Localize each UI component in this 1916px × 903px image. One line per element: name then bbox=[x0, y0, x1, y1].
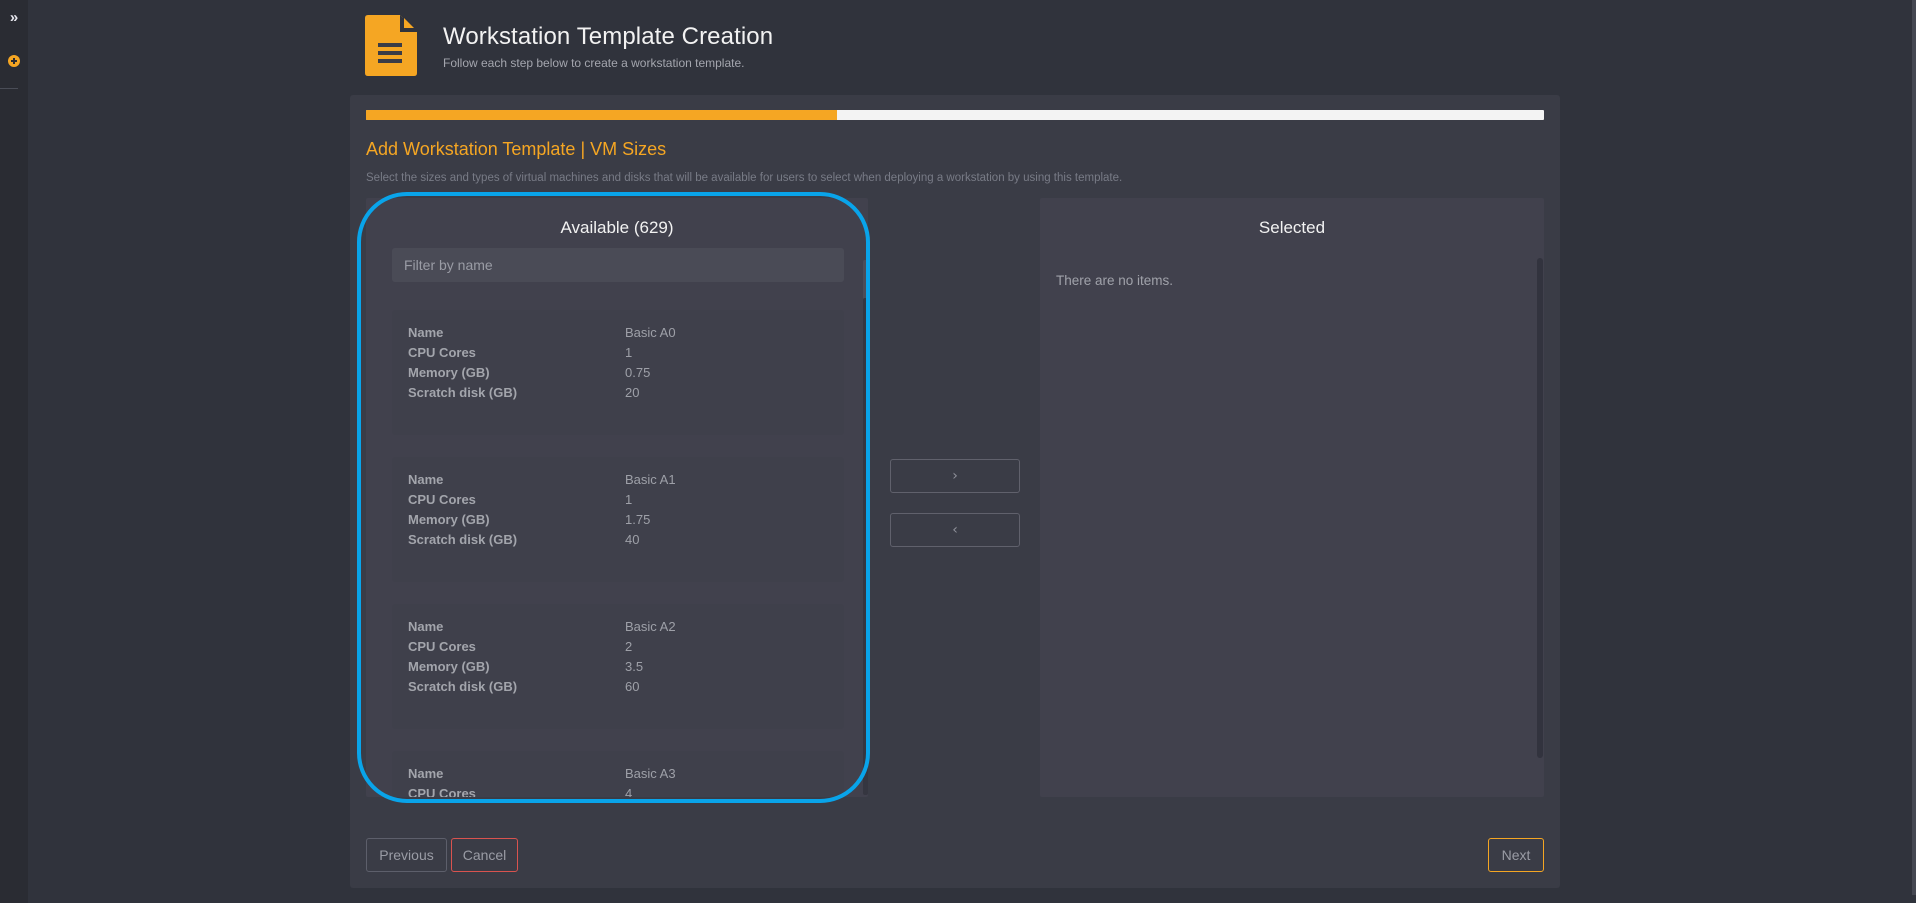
wizard-card: Add Workstation Template | VM Sizes Sele… bbox=[350, 95, 1560, 888]
sidebar-divider bbox=[0, 88, 18, 89]
available-panel: Available (629) Name Basic A0 CPU Cores 1 Me… bbox=[366, 198, 868, 797]
vm-size-card[interactable]: Name Basic A3 CPU Cores 4 bbox=[392, 751, 844, 797]
vm-field-row: Name Basic A0 bbox=[408, 323, 828, 343]
vm-size-card[interactable]: Name Basic A0 CPU Cores 1 Memory (GB) 0.75 Scr… bbox=[392, 310, 844, 435]
next-button[interactable]: Next bbox=[1488, 838, 1544, 872]
vm-field-value: 4 bbox=[625, 786, 633, 797]
vm-field-label: Memory (GB) bbox=[408, 659, 490, 674]
vm-field-value: Basic A2 bbox=[625, 619, 676, 634]
vm-field-label: Name bbox=[408, 766, 444, 781]
vm-field-label: Scratch disk (GB) bbox=[408, 385, 518, 400]
vm-field-row: CPU Cores 2 bbox=[408, 637, 828, 657]
vm-field-label: CPU Cores bbox=[408, 786, 476, 797]
vm-field-label: Memory (GB) bbox=[408, 365, 490, 380]
available-list-scroll-thumb[interactable] bbox=[863, 260, 868, 300]
vm-field-value: Basic A1 bbox=[625, 472, 676, 487]
selected-panel: Selected There are no items. bbox=[1040, 198, 1544, 797]
remove-selected-button[interactable]: ‹ bbox=[890, 513, 1020, 547]
vm-field-row: CPU Cores 4 bbox=[408, 784, 828, 797]
vm-field-row: CPU Cores 1 bbox=[408, 343, 828, 363]
available-title: Available (629) bbox=[560, 218, 674, 237]
vm-field-label: Scratch disk (GB) bbox=[408, 679, 518, 694]
document-icon bbox=[365, 15, 417, 76]
vm-field-value: 20 bbox=[625, 385, 640, 400]
step-description: Select the sizes and types of virtual ma… bbox=[366, 172, 1123, 184]
vm-field-label: Name bbox=[408, 619, 444, 634]
sidebar: » bbox=[0, 0, 28, 903]
vm-field-label: Memory (GB) bbox=[408, 512, 490, 527]
previous-button[interactable]: Previous bbox=[366, 838, 447, 872]
selected-title: Selected bbox=[1258, 218, 1326, 237]
vm-field-label: CPU Cores bbox=[408, 639, 476, 654]
progress-fill bbox=[366, 110, 838, 120]
vm-field-row: CPU Cores 1 bbox=[408, 490, 828, 510]
vm-field-label: Name bbox=[408, 325, 444, 340]
vm-field-label: CPU Cores bbox=[408, 345, 476, 360]
vm-field-value: 1 bbox=[625, 345, 633, 360]
vm-field-row: Name Basic A2 bbox=[408, 617, 828, 637]
empty-state-text: There are no items. bbox=[1056, 273, 1174, 288]
vm-field-label: Scratch disk (GB) bbox=[408, 532, 518, 547]
vm-field-value: 60 bbox=[625, 679, 640, 694]
page-subtitle: Follow each step below to create a works… bbox=[443, 56, 745, 70]
available-list-scrollbar[interactable] bbox=[863, 298, 868, 795]
plus-circle-icon[interactable] bbox=[8, 55, 20, 67]
cancel-button[interactable]: Cancel bbox=[451, 838, 518, 872]
vm-field-value: 0.75 bbox=[625, 365, 651, 380]
vm-field-value: 3.5 bbox=[625, 659, 644, 674]
vm-field-value: 1 bbox=[625, 492, 633, 507]
vm-field-label: CPU Cores bbox=[408, 492, 476, 507]
vm-field-row: Memory (GB) 0.75 bbox=[408, 363, 828, 383]
vm-field-value: Basic A0 bbox=[625, 325, 676, 340]
vm-field-label: Name bbox=[408, 472, 444, 487]
vm-field-row: Memory (GB) 3.5 bbox=[408, 657, 828, 677]
vm-size-card[interactable]: Name Basic A1 CPU Cores 1 Memory (GB) 1.75 Scr… bbox=[392, 457, 844, 582]
vm-field-row: Name Basic A1 bbox=[408, 470, 828, 490]
selected-list-scrollbar[interactable] bbox=[1537, 258, 1543, 758]
vm-field-value: 1.75 bbox=[625, 512, 651, 527]
vm-size-card[interactable]: Name Basic A2 CPU Cores 2 Memory (GB) 3.5 Scra… bbox=[392, 604, 844, 729]
add-selected-button[interactable]: › bbox=[890, 459, 1020, 493]
vm-field-row: Scratch disk (GB) 40 bbox=[408, 530, 828, 550]
double-chevron-right-icon[interactable]: » bbox=[5, 9, 23, 27]
page-scrollbar[interactable] bbox=[1912, 0, 1916, 895]
vm-field-row: Scratch disk (GB) 60 bbox=[408, 677, 828, 697]
vm-field-row: Scratch disk (GB) 20 bbox=[408, 383, 828, 403]
vm-field-row: Name Basic A3 bbox=[408, 764, 828, 784]
page-title: Workstation Template Creation bbox=[443, 23, 774, 50]
vm-field-row: Memory (GB) 1.75 bbox=[408, 510, 828, 530]
available-list: Name Basic A0 CPU Cores 1 Memory (GB) 0.75 Scr… bbox=[392, 310, 846, 797]
filter-input[interactable] bbox=[392, 248, 844, 282]
vm-field-value: 2 bbox=[625, 639, 633, 654]
step-title: Add Workstation Template | VM Sizes bbox=[366, 139, 667, 159]
vm-field-value: Basic A3 bbox=[625, 766, 676, 781]
wizard-progress-bar bbox=[366, 110, 1544, 120]
vm-field-value: 40 bbox=[625, 532, 640, 547]
